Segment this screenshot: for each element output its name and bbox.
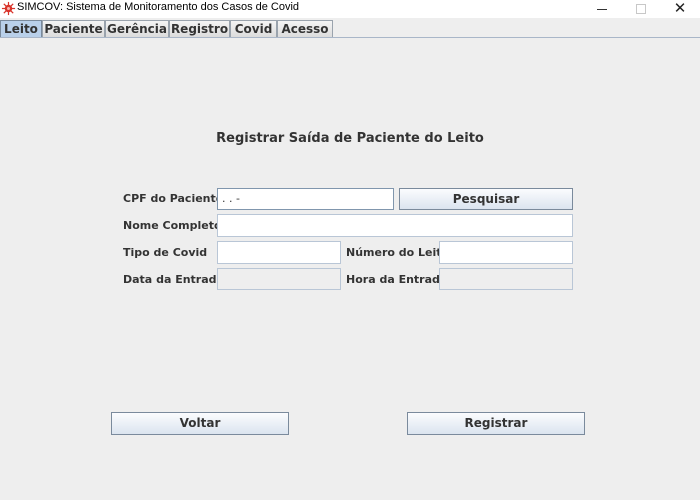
tab-leito[interactable]: Leito	[0, 20, 42, 37]
close-icon: ✕	[673, 0, 687, 17]
close-button[interactable]: ✕	[660, 0, 700, 18]
name-input[interactable]	[217, 214, 573, 237]
cpf-input[interactable]: . . -	[217, 188, 394, 210]
window-title: SIMCOV: Sistema de Monitoramento dos Cas…	[17, 1, 300, 13]
minimize-icon	[597, 9, 607, 10]
tab-registro[interactable]: Registro	[169, 20, 230, 37]
register-button[interactable]: Registrar	[407, 412, 585, 435]
virus-icon	[1, 1, 16, 16]
bed-number-label: Número do Leito	[346, 246, 450, 259]
back-button[interactable]: Voltar	[111, 412, 289, 435]
name-label: Nome Completo	[123, 219, 222, 232]
bed-number-input[interactable]	[439, 241, 573, 264]
covid-type-label: Tipo de Covid	[123, 246, 208, 259]
title-bar: SIMCOV: Sistema de Monitoramento dos Cas…	[0, 0, 700, 18]
tab-covid[interactable]: Covid	[230, 20, 277, 37]
minimize-button[interactable]	[582, 0, 622, 18]
entry-time-label: Hora da Entrada	[346, 273, 448, 286]
cpf-label: CPF do Paciente	[123, 192, 224, 205]
entry-date-label: Data da Entrada	[123, 273, 224, 286]
entry-time-field	[439, 268, 573, 290]
page-title: Registrar Saída de Paciente do Leito	[216, 131, 484, 146]
tab-paciente[interactable]: Paciente	[42, 20, 105, 37]
tab-acesso[interactable]: Acesso	[277, 20, 333, 37]
maximize-icon	[636, 4, 646, 14]
tab-gerencia[interactable]: Gerência	[105, 20, 169, 37]
maximize-button[interactable]	[621, 0, 661, 18]
search-button[interactable]: Pesquisar	[399, 188, 573, 210]
entry-date-field	[217, 268, 341, 290]
tab-divider	[0, 37, 700, 38]
covid-type-input[interactable]	[217, 241, 341, 264]
